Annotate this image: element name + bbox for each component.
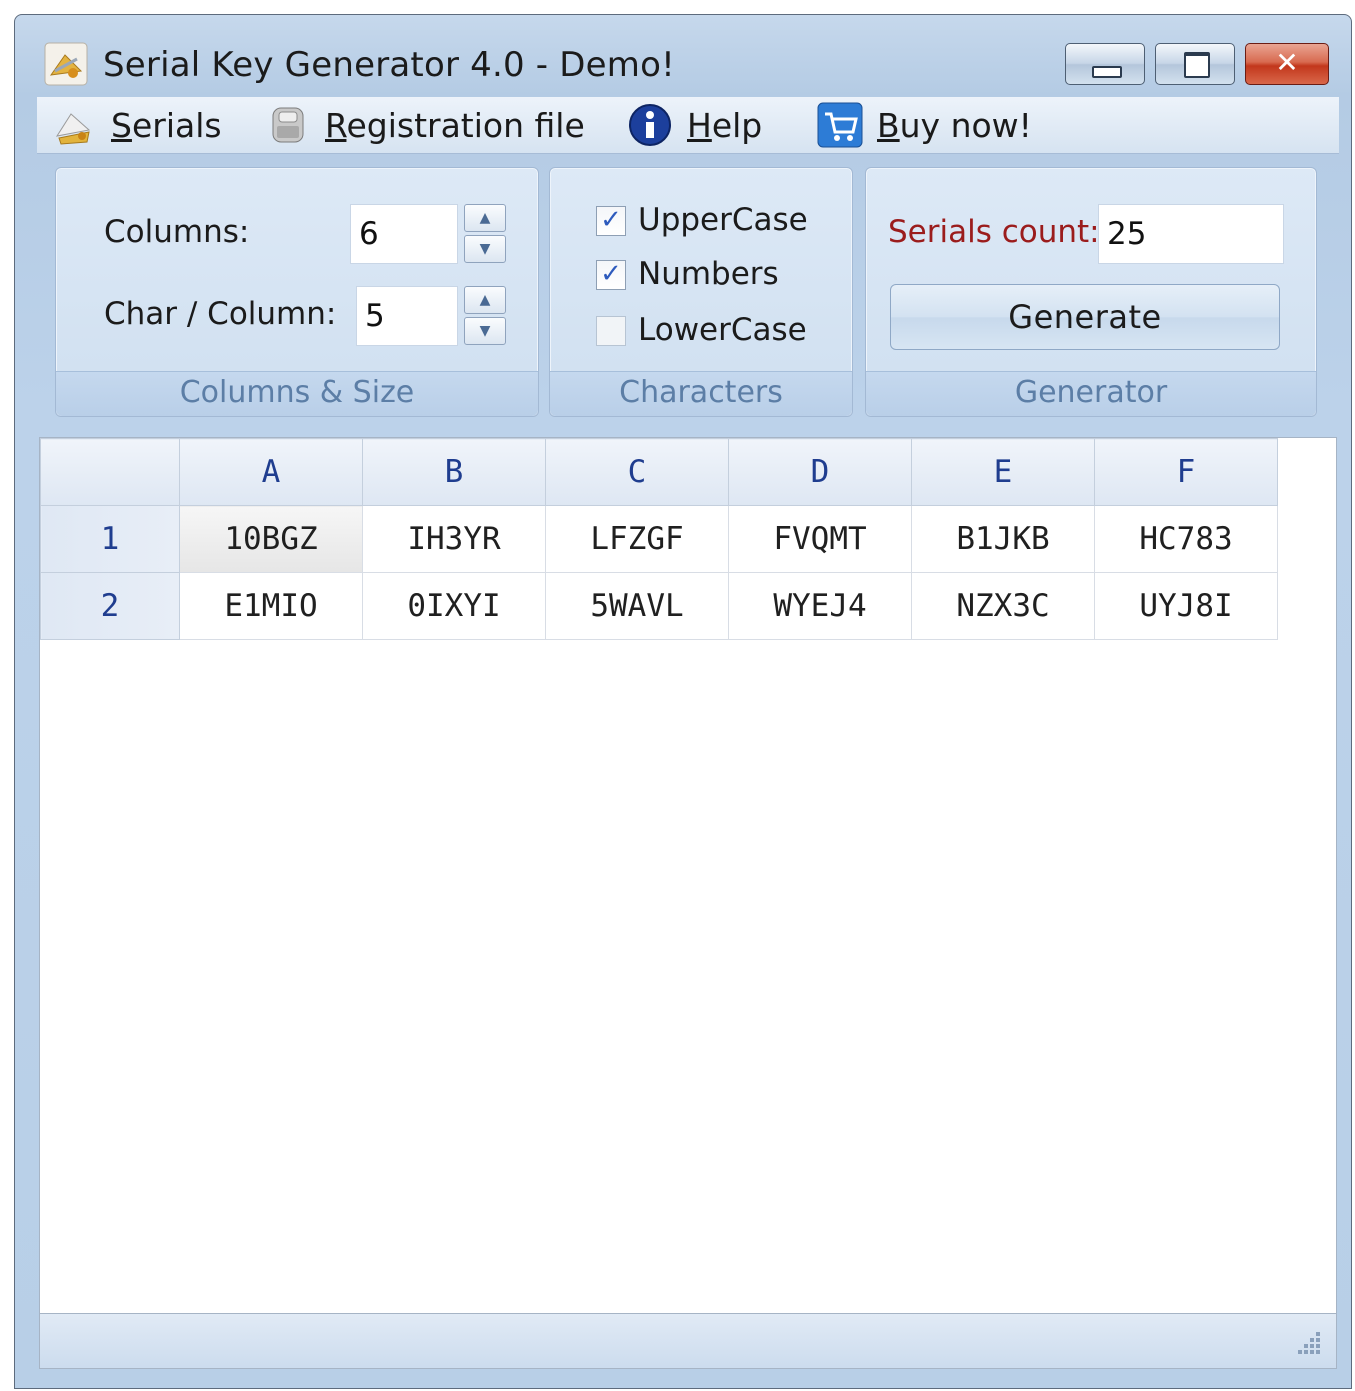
grid-corner[interactable]	[40, 438, 180, 506]
serials-count-input[interactable]: 25	[1098, 204, 1284, 264]
table-cell[interactable]: 10BGZ	[179, 505, 363, 573]
close-button[interactable]: ✕	[1245, 43, 1329, 85]
arrow-up-icon: ▲	[479, 210, 491, 226]
minimize-button[interactable]	[1065, 43, 1145, 85]
table-cell[interactable]: E1MIO	[179, 572, 363, 640]
arrow-down-icon: ▼	[479, 241, 491, 257]
table-cell[interactable]: 0IXYI	[362, 572, 546, 640]
window-title: Serial Key Generator 4.0 - Demo!	[103, 45, 675, 85]
menu-serials-accel: S	[111, 105, 132, 145]
table-cell[interactable]: FVQMT	[728, 505, 912, 573]
serials-icon	[55, 113, 91, 145]
table-row: 1 10BGZ IH3YR LFZGF FVQMT B1JKB HC783	[40, 505, 1278, 573]
numbers-checkbox[interactable]: ✓	[596, 260, 626, 290]
table-cell[interactable]: LFZGF	[545, 505, 729, 573]
serials-table: A B C D E F 1 10BGZ IH3YR LFZGF FVQMT B1…	[40, 438, 1278, 640]
menu-buy-label: uy now!	[899, 105, 1032, 145]
menu-buy-accel: B	[877, 105, 900, 145]
columns-size-group: Columns: 6 ▲ ▼ Char / Column: 5 ▲ ▼ Colu…	[55, 167, 539, 417]
menu-help-accel: H	[687, 105, 712, 145]
serials-grid: A B C D E F 1 10BGZ IH3YR LFZGF FVQMT B1…	[39, 437, 1337, 1315]
column-header-row: A B C D E F	[40, 438, 1278, 506]
row-header-1[interactable]: 1	[40, 505, 180, 573]
column-header-d[interactable]: D	[728, 438, 912, 506]
table-cell[interactable]: HC783	[1094, 505, 1278, 573]
status-bar	[39, 1313, 1337, 1369]
table-cell[interactable]: B1JKB	[911, 505, 1095, 573]
char-per-column-input[interactable]: 5	[356, 286, 458, 346]
info-icon	[629, 104, 671, 146]
menu-help-label: elp	[711, 105, 763, 145]
generator-group: Serials count: 25 Generate Generator	[865, 167, 1317, 417]
char-up-button[interactable]: ▲	[464, 286, 506, 314]
column-header-e[interactable]: E	[911, 438, 1095, 506]
row-header-2[interactable]: 2	[40, 572, 180, 640]
table-row: 2 E1MIO 0IXYI 5WAVL WYEJ4 NZX3C UYJ8I	[40, 572, 1278, 640]
menu-registration-accel: R	[325, 105, 347, 145]
columns-input[interactable]: 6	[350, 204, 458, 264]
columns-up-button[interactable]: ▲	[464, 204, 506, 232]
column-header-b[interactable]: B	[362, 438, 546, 506]
table-cell[interactable]: WYEJ4	[728, 572, 912, 640]
table-cell[interactable]: UYJ8I	[1094, 572, 1278, 640]
table-cell[interactable]: 5WAVL	[545, 572, 729, 640]
menu-bar: Serials Registration file Help Buy now!	[37, 97, 1339, 154]
lowercase-checkbox[interactable]	[596, 316, 626, 346]
columns-size-caption: Columns & Size	[56, 371, 538, 416]
maximize-icon	[1184, 52, 1210, 78]
menu-registration-file[interactable]: Registration file	[265, 97, 585, 153]
lowercase-label: LowerCase	[638, 312, 807, 348]
table-cell[interactable]: IH3YR	[362, 505, 546, 573]
cart-icon	[817, 102, 863, 148]
menu-serials[interactable]: Serials	[51, 97, 222, 153]
column-header-f[interactable]: F	[1094, 438, 1278, 506]
menu-help[interactable]: Help	[627, 97, 762, 153]
table-cell[interactable]: NZX3C	[911, 572, 1095, 640]
arrow-down-icon: ▼	[479, 323, 491, 339]
uppercase-label: UpperCase	[638, 202, 808, 238]
menu-serials-label: erials	[131, 105, 222, 145]
column-header-c[interactable]: C	[545, 438, 729, 506]
numbers-label: Numbers	[638, 256, 779, 292]
lock-icon	[272, 107, 304, 143]
columns-stepper: ▲ ▼	[464, 204, 506, 264]
generator-caption: Generator	[866, 371, 1316, 416]
menu-buy-now[interactable]: Buy now!	[817, 97, 1032, 153]
char-per-column-stepper: ▲ ▼	[464, 286, 506, 346]
arrow-up-icon: ▲	[479, 292, 491, 308]
columns-down-button[interactable]: ▼	[464, 235, 506, 263]
close-icon: ✕	[1275, 46, 1299, 79]
uppercase-checkbox[interactable]: ✓	[596, 206, 626, 236]
app-window: Serial Key Generator 4.0 - Demo! ✕ Seria…	[14, 14, 1352, 1389]
title-bar[interactable]: Serial Key Generator 4.0 - Demo! ✕	[15, 15, 1351, 97]
minimize-icon	[1092, 66, 1122, 78]
resize-grip-icon[interactable]	[1292, 1328, 1322, 1358]
serials-count-label: Serials count:	[888, 214, 1100, 250]
columns-label: Columns:	[104, 214, 250, 250]
characters-group: ✓ UpperCase ✓ Numbers LowerCase Characte…	[549, 167, 853, 417]
menu-registration-label: egistration file	[346, 105, 585, 145]
column-header-a[interactable]: A	[179, 438, 363, 506]
characters-caption: Characters	[550, 371, 852, 416]
generate-button[interactable]: Generate	[890, 284, 1280, 350]
app-icon	[44, 42, 88, 86]
char-down-button[interactable]: ▼	[464, 317, 506, 345]
maximize-button[interactable]	[1155, 43, 1235, 85]
char-per-column-label: Char / Column:	[104, 296, 337, 332]
